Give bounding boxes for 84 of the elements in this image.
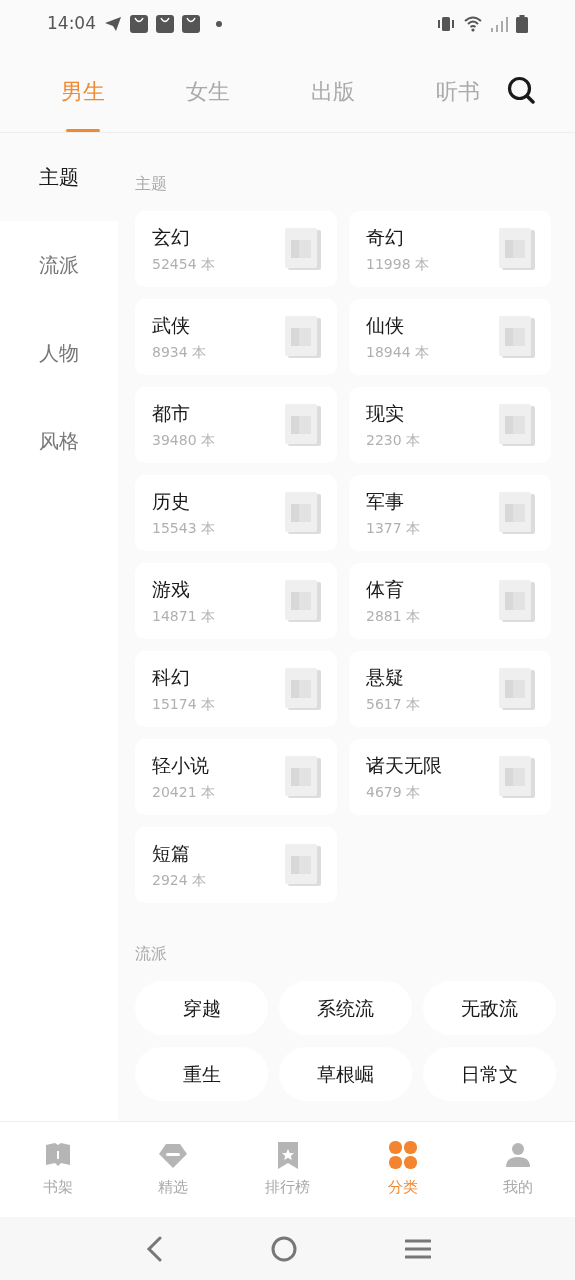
shopping-bag-icon xyxy=(182,15,200,33)
shopping-bag-icon xyxy=(156,15,174,33)
category-card[interactable]: 现实 2230 本 xyxy=(349,387,551,463)
battery-icon xyxy=(516,15,528,33)
category-card[interactable]: 诸天无限 4679 本 xyxy=(349,739,551,815)
book-cover-icon xyxy=(499,580,535,622)
category-name: 军事 xyxy=(366,489,405,514)
wifi-icon xyxy=(464,16,482,32)
send-icon xyxy=(104,16,122,32)
book-count: 15174 本 xyxy=(152,695,216,714)
category-name: 仙侠 xyxy=(366,313,405,338)
category-name: 武侠 xyxy=(152,313,191,338)
book-count: 1377 本 xyxy=(366,519,422,538)
book-count: 2924 本 xyxy=(152,871,208,890)
menu-icon[interactable] xyxy=(405,1237,432,1260)
book-count: 18944 本 xyxy=(366,343,430,362)
category-name: 玄幻 xyxy=(152,225,191,250)
category-name: 游戏 xyxy=(152,577,191,602)
category-name: 科幻 xyxy=(152,665,191,690)
category-card[interactable]: 都市 39480 本 xyxy=(135,387,337,463)
search-icon[interactable] xyxy=(507,76,535,104)
book-count: 2230 本 xyxy=(366,431,422,450)
book-cover-icon xyxy=(285,756,321,798)
book-cover-icon xyxy=(285,228,321,270)
book-cover-icon xyxy=(499,668,535,710)
category-card[interactable]: 玄幻 52454 本 xyxy=(135,211,337,287)
home-icon[interactable] xyxy=(271,1235,298,1262)
vibrate-icon xyxy=(436,16,456,32)
category-name: 现实 xyxy=(366,401,405,426)
book-cover-icon xyxy=(285,668,321,710)
book-count: 39480 本 xyxy=(152,431,216,450)
category-card[interactable]: 轻小说 20421 本 xyxy=(135,739,337,815)
book-count: 4679 本 xyxy=(366,783,422,802)
section-title: 流派 xyxy=(135,943,168,965)
book-count: 52454 本 xyxy=(152,255,216,274)
book-count: 15543 本 xyxy=(152,519,216,538)
category-card[interactable]: 仙侠 18944 本 xyxy=(349,299,551,375)
category-card[interactable]: 历史 15543 本 xyxy=(135,475,337,551)
category-name: 轻小说 xyxy=(152,753,210,778)
category-card[interactable]: 体育 2881 本 xyxy=(349,563,551,639)
category-card[interactable]: 游戏 14871 本 xyxy=(135,563,337,639)
book-count: 20421 本 xyxy=(152,783,216,802)
book-cover-icon xyxy=(499,316,535,358)
shopping-bag-icon xyxy=(130,15,148,33)
book-cover-icon xyxy=(285,492,321,534)
category-name: 短篇 xyxy=(152,841,191,866)
book-cover-icon xyxy=(285,404,321,446)
category-card[interactable]: 科幻 15174 本 xyxy=(135,651,337,727)
genre-tag[interactable]: 重生 xyxy=(135,1047,268,1101)
book-count: 2881 本 xyxy=(366,607,422,626)
sidebar-item[interactable]: 主题 xyxy=(0,133,118,221)
signal-icon xyxy=(490,16,508,32)
dot-icon xyxy=(216,21,222,27)
book-count: 14871 本 xyxy=(152,607,216,626)
book-cover-icon xyxy=(499,404,535,446)
book-count: 8934 本 xyxy=(152,343,208,362)
tab-indicator xyxy=(65,128,100,132)
category-name: 都市 xyxy=(152,401,191,426)
book-cover-icon xyxy=(499,492,535,534)
category-name: 悬疑 xyxy=(366,665,405,690)
book-count: 5617 本 xyxy=(366,695,422,714)
category-name: 诸天无限 xyxy=(366,753,443,778)
genre-tag[interactable]: 无敌流 xyxy=(423,981,556,1035)
category-name: 体育 xyxy=(366,577,405,602)
genre-tag[interactable]: 草根崛 xyxy=(279,1047,412,1101)
category-card[interactable]: 悬疑 5617 本 xyxy=(349,651,551,727)
book-cover-icon xyxy=(499,228,535,270)
category-card[interactable]: 短篇 2924 本 xyxy=(135,827,337,903)
book-cover-icon xyxy=(499,756,535,798)
section-title: 主题 xyxy=(135,173,168,195)
book-count: 11998 本 xyxy=(366,255,430,274)
book-cover-icon xyxy=(285,316,321,358)
book-cover-icon xyxy=(285,844,321,886)
book-cover-icon xyxy=(285,580,321,622)
category-name: 历史 xyxy=(152,489,191,514)
category-card[interactable]: 武侠 8934 本 xyxy=(135,299,337,375)
four-petal-icon xyxy=(387,1140,418,1171)
category-name: 奇幻 xyxy=(366,225,405,250)
status-time: 14:04 xyxy=(47,12,96,36)
category-card[interactable]: 奇幻 11998 本 xyxy=(349,211,551,287)
genre-tag[interactable]: 日常文 xyxy=(423,1047,556,1101)
genre-tag[interactable]: 系统流 xyxy=(279,981,412,1035)
genre-tag[interactable]: 穿越 xyxy=(135,981,268,1035)
category-card[interactable]: 军事 1377 本 xyxy=(349,475,551,551)
